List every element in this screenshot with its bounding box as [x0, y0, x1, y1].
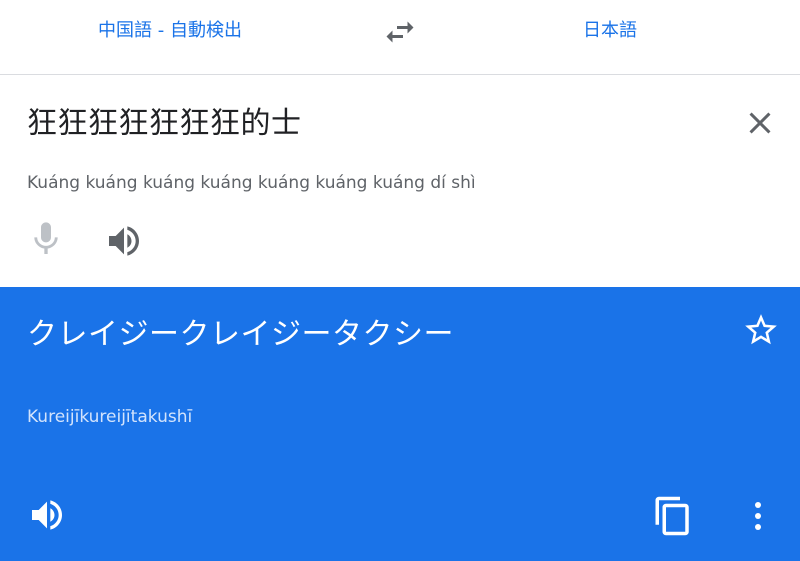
microphone-button[interactable] — [26, 217, 66, 261]
result-panel: クレイジークレイジータクシー Kureijīkureijītakushī — [0, 287, 800, 561]
translate-app: 中国語 - 自動検出 日本語 狂狂狂狂狂狂狂的士 Kuáng kuáng kuá… — [0, 0, 800, 561]
star-outline-icon — [745, 314, 777, 345]
copy-icon — [655, 496, 689, 536]
translation-listen-button[interactable] — [27, 495, 67, 535]
language-bar: 中国語 - 自動検出 日本語 — [0, 0, 800, 75]
source-transliteration: Kuáng kuáng kuáng kuáng kuáng kuáng kuán… — [27, 173, 476, 193]
translated-text: クレイジークレイジータクシー — [27, 317, 454, 352]
copy-translation-button[interactable] — [652, 495, 694, 537]
more-options-button[interactable] — [746, 497, 770, 535]
microphone-icon — [34, 222, 58, 254]
speaker-icon — [109, 226, 139, 256]
swap-arrows-icon — [386, 21, 414, 43]
source-panel: 狂狂狂狂狂狂狂的士 Kuáng kuáng kuáng kuáng kuáng … — [0, 75, 800, 287]
save-translation-button[interactable] — [742, 311, 780, 349]
more-vertical-icon — [755, 502, 761, 530]
translation-transliteration: Kureijīkureijītakushī — [27, 407, 193, 427]
source-language-button[interactable]: 中国語 - 自動検出 — [40, 0, 300, 62]
speaker-icon — [32, 500, 62, 530]
swap-languages-button[interactable] — [382, 14, 418, 50]
source-listen-button[interactable] — [104, 221, 144, 261]
source-text-input[interactable]: 狂狂狂狂狂狂狂的士 — [27, 98, 302, 142]
target-language-button[interactable]: 日本語 — [480, 0, 740, 62]
close-icon — [749, 112, 771, 134]
clear-button[interactable] — [742, 105, 778, 141]
